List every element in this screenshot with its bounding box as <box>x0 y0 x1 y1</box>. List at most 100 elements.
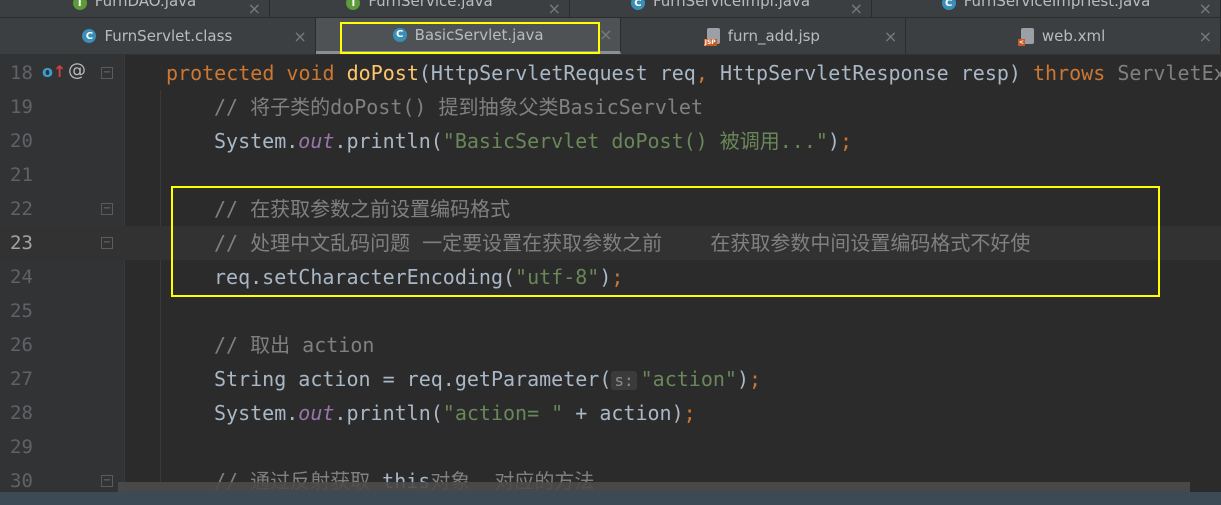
file-badge: < <box>1017 39 1025 46</box>
code-text: System.out.println("BasicServlet doPost(… <box>214 124 852 158</box>
code-token: protected <box>166 61 287 85</box>
jsp-file-icon: JSP <box>703 28 720 46</box>
close-icon[interactable]: × <box>248 0 261 17</box>
code-token: void <box>286 61 347 85</box>
tab-bar-top: I FurnDAO.java × I FurnService.java × C FurnSer… <box>0 0 1221 18</box>
line-number: 25 <box>10 300 33 322</box>
tab-furnserviceimpl-java[interactable]: C FurnServiceImpl.java × <box>570 0 872 17</box>
interface-icon: I <box>346 0 361 10</box>
tab-bar-editor: C FurnServlet.class × C BasicServlet.java × JS… <box>0 18 1221 55</box>
code-text: req.setCharacterEncoding("utf-8"); <box>214 260 623 294</box>
code-token: String action = req.getParameter( <box>214 367 612 391</box>
code-text: protected void doPost(HttpServletRequest… <box>166 56 1221 90</box>
tab-label: BasicServlet.java <box>414 25 544 44</box>
code-token: // 在获取参数之前设置编码格式 <box>214 197 511 221</box>
close-icon[interactable]: × <box>548 0 561 17</box>
line-number: 22 <box>10 198 33 220</box>
code-token: System. <box>214 401 299 425</box>
class-icon: C <box>941 0 956 10</box>
code-token: out <box>298 129 335 153</box>
close-icon[interactable]: × <box>599 25 612 44</box>
tab-furn-add-jsp[interactable]: JSP furn_add.jsp × <box>621 18 907 54</box>
code-token: "action" <box>640 367 737 391</box>
tab-furnserviceimpltest-java[interactable]: C FurnServiceImplTest.java × <box>872 0 1221 17</box>
code-token: (HttpServletRequest req <box>418 61 696 85</box>
code-token: ; <box>611 265 624 289</box>
line-number: 29 <box>10 436 33 458</box>
tab-label: FurnServiceImplTest.java <box>963 0 1151 10</box>
class-icon: C <box>630 0 645 10</box>
code-token: .println( <box>334 401 443 425</box>
code-line: 27 String action = req.getParameter(s: "ac… <box>0 362 1221 396</box>
tab-furnservice-java[interactable]: I FurnService.java × <box>270 0 570 17</box>
code-line: 21 <box>0 158 1221 192</box>
code-line: 22 // 在获取参数之前设置编码格式 <box>0 192 1221 226</box>
fold-marker-icon[interactable]: − <box>101 67 113 79</box>
code-token: ) <box>599 265 612 289</box>
code-token: , <box>695 61 720 85</box>
code-token: ; <box>683 401 696 425</box>
code-token: out <box>298 401 335 425</box>
class-icon: C <box>82 29 97 43</box>
code-line: 20 System.out.println("BasicServlet doPos… <box>0 124 1221 158</box>
close-icon[interactable]: × <box>1199 27 1212 46</box>
code-text: // 将子类的doPost() 提到抽象父类BasicServlet <box>214 90 703 124</box>
horizontal-scrollbar[interactable] <box>118 482 1190 492</box>
code-token: HttpServletResponse resp) <box>719 61 1034 85</box>
code-token: // 取出 action <box>214 333 375 357</box>
fold-marker-icon[interactable]: − <box>101 203 113 215</box>
code-line: 24 req.setCharacterEncoding("utf-8"); <box>0 260 1221 294</box>
xml-file-icon: < <box>1017 28 1034 46</box>
tab-label: web.xml <box>1041 27 1106 45</box>
tab-label: FurnDAO.java <box>94 0 197 10</box>
tab-label: FurnServiceImpl.java <box>652 0 811 10</box>
close-icon[interactable]: × <box>884 27 897 46</box>
code-token: // 处理中文乱码问题 一定要设置在获取参数之前 在获取参数中间设置编码格式不好… <box>214 231 1031 255</box>
code-token: req.setCharacterEncoding( <box>214 265 516 289</box>
code-line: 19 // 将子类的doPost() 提到抽象父类BasicServlet <box>0 90 1221 124</box>
line-number: 21 <box>10 164 33 186</box>
line-number: 27 <box>10 368 33 390</box>
line-number: 20 <box>10 130 33 152</box>
code-text: // 取出 action <box>214 328 374 362</box>
fold-marker-icon[interactable]: − <box>101 237 113 249</box>
code-line: 18 protected void doPost(HttpServletReque… <box>0 56 1221 90</box>
line-number: 24 <box>10 266 33 288</box>
code-line: 28 System.out.println("action= " + action… <box>0 396 1221 430</box>
code-token: ) <box>736 367 749 391</box>
code-token: ; <box>839 129 852 153</box>
close-icon[interactable]: × <box>1199 0 1212 17</box>
tab-basicservlet-java[interactable]: C BasicServlet.java × <box>315 18 622 54</box>
tab-furndao-java[interactable]: I FurnDAO.java × <box>0 0 270 17</box>
parameter-hint: s: <box>611 371 637 390</box>
tab-web-xml[interactable]: < web.xml × <box>906 18 1221 54</box>
code-token: "utf-8" <box>515 265 600 289</box>
code-text: String action = req.getParameter(s: "acti… <box>214 362 761 398</box>
line-number: 26 <box>10 334 33 356</box>
tab-label: furn_add.jsp <box>727 27 820 45</box>
code-token: throws <box>1033 61 1118 85</box>
code-line: 23 // 处理中文乱码问题 一定要设置在获取参数之前 在获取参数中间设置编码格式… <box>0 226 1221 260</box>
code-text: System.out.println("action= " + action); <box>214 396 696 430</box>
code-token: .println( <box>334 129 443 153</box>
code-token: "action= " <box>442 401 564 425</box>
code-token: ) <box>827 129 840 153</box>
tab-label: FurnService.java <box>368 0 493 10</box>
annotation-icon: @ <box>68 60 86 81</box>
interface-icon: I <box>72 0 87 10</box>
code-token: ; <box>749 367 762 391</box>
line-number: 18 <box>10 62 33 84</box>
status-bar <box>0 492 1221 505</box>
tab-furnservlet-class[interactable]: C FurnServlet.class × <box>0 18 316 54</box>
close-icon[interactable]: × <box>850 0 863 17</box>
tab-label: FurnServlet.class <box>104 27 233 45</box>
line-number: 19 <box>10 96 33 118</box>
override-method-icon[interactable]: o↑ <box>42 62 66 81</box>
fold-marker-icon[interactable]: − <box>101 475 113 487</box>
file-badge: JSP <box>703 39 717 46</box>
code-line: 29 <box>0 430 1221 464</box>
class-icon: C <box>392 27 407 42</box>
code-line: 26 // 取出 action <box>0 328 1221 362</box>
line-number: 23 <box>10 232 33 254</box>
close-icon[interactable]: × <box>293 27 306 46</box>
